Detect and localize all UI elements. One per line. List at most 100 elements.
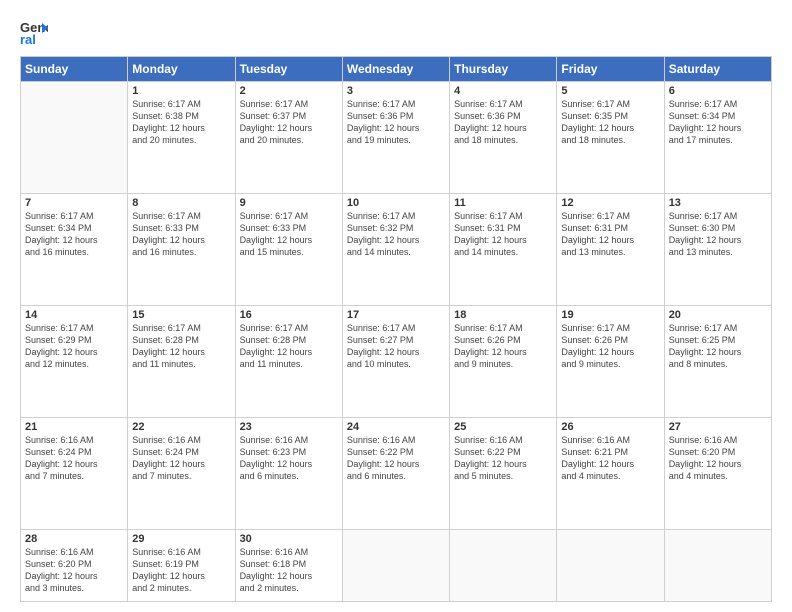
day-number: 21 bbox=[25, 421, 123, 433]
calendar-cell: 6Sunrise: 6:17 AMSunset: 6:34 PMDaylight… bbox=[664, 82, 771, 194]
day-number: 13 bbox=[669, 197, 767, 209]
calendar-cell: 27Sunrise: 6:16 AMSunset: 6:20 PMDayligh… bbox=[664, 418, 771, 530]
day-number: 29 bbox=[132, 533, 230, 545]
weekday-header-saturday: Saturday bbox=[664, 57, 771, 82]
day-number: 11 bbox=[454, 197, 552, 209]
day-number: 7 bbox=[25, 197, 123, 209]
day-info: Sunrise: 6:17 AMSunset: 6:31 PMDaylight:… bbox=[454, 210, 552, 259]
calendar-cell: 17Sunrise: 6:17 AMSunset: 6:27 PMDayligh… bbox=[342, 306, 449, 418]
day-info: Sunrise: 6:17 AMSunset: 6:37 PMDaylight:… bbox=[240, 98, 338, 147]
calendar-cell: 18Sunrise: 6:17 AMSunset: 6:26 PMDayligh… bbox=[450, 306, 557, 418]
week-row-3: 14Sunrise: 6:17 AMSunset: 6:29 PMDayligh… bbox=[21, 306, 772, 418]
day-number: 22 bbox=[132, 421, 230, 433]
day-info: Sunrise: 6:16 AMSunset: 6:22 PMDaylight:… bbox=[347, 434, 445, 483]
logo: Gene ral bbox=[20, 18, 50, 46]
calendar-cell: 16Sunrise: 6:17 AMSunset: 6:28 PMDayligh… bbox=[235, 306, 342, 418]
day-info: Sunrise: 6:17 AMSunset: 6:27 PMDaylight:… bbox=[347, 322, 445, 371]
day-info: Sunrise: 6:17 AMSunset: 6:26 PMDaylight:… bbox=[454, 322, 552, 371]
day-info: Sunrise: 6:17 AMSunset: 6:35 PMDaylight:… bbox=[561, 98, 659, 147]
calendar-cell: 21Sunrise: 6:16 AMSunset: 6:24 PMDayligh… bbox=[21, 418, 128, 530]
day-info: Sunrise: 6:17 AMSunset: 6:26 PMDaylight:… bbox=[561, 322, 659, 371]
day-info: Sunrise: 6:17 AMSunset: 6:28 PMDaylight:… bbox=[240, 322, 338, 371]
day-number: 9 bbox=[240, 197, 338, 209]
day-number: 26 bbox=[561, 421, 659, 433]
logo-icon: Gene ral bbox=[20, 18, 48, 46]
week-row-2: 7Sunrise: 6:17 AMSunset: 6:34 PMDaylight… bbox=[21, 194, 772, 306]
calendar-cell: 28Sunrise: 6:16 AMSunset: 6:20 PMDayligh… bbox=[21, 530, 128, 602]
day-info: Sunrise: 6:16 AMSunset: 6:18 PMDaylight:… bbox=[240, 546, 338, 595]
calendar: SundayMondayTuesdayWednesdayThursdayFrid… bbox=[20, 56, 772, 602]
day-info: Sunrise: 6:17 AMSunset: 6:28 PMDaylight:… bbox=[132, 322, 230, 371]
day-info: Sunrise: 6:17 AMSunset: 6:36 PMDaylight:… bbox=[347, 98, 445, 147]
calendar-cell: 30Sunrise: 6:16 AMSunset: 6:18 PMDayligh… bbox=[235, 530, 342, 602]
calendar-cell bbox=[21, 82, 128, 194]
calendar-cell: 1Sunrise: 6:17 AMSunset: 6:38 PMDaylight… bbox=[128, 82, 235, 194]
calendar-cell: 11Sunrise: 6:17 AMSunset: 6:31 PMDayligh… bbox=[450, 194, 557, 306]
calendar-cell: 10Sunrise: 6:17 AMSunset: 6:32 PMDayligh… bbox=[342, 194, 449, 306]
calendar-cell: 5Sunrise: 6:17 AMSunset: 6:35 PMDaylight… bbox=[557, 82, 664, 194]
calendar-cell: 3Sunrise: 6:17 AMSunset: 6:36 PMDaylight… bbox=[342, 82, 449, 194]
calendar-cell: 2Sunrise: 6:17 AMSunset: 6:37 PMDaylight… bbox=[235, 82, 342, 194]
day-info: Sunrise: 6:17 AMSunset: 6:31 PMDaylight:… bbox=[561, 210, 659, 259]
day-number: 27 bbox=[669, 421, 767, 433]
day-number: 20 bbox=[669, 309, 767, 321]
calendar-cell: 7Sunrise: 6:17 AMSunset: 6:34 PMDaylight… bbox=[21, 194, 128, 306]
calendar-cell: 29Sunrise: 6:16 AMSunset: 6:19 PMDayligh… bbox=[128, 530, 235, 602]
day-info: Sunrise: 6:16 AMSunset: 6:21 PMDaylight:… bbox=[561, 434, 659, 483]
day-info: Sunrise: 6:16 AMSunset: 6:24 PMDaylight:… bbox=[132, 434, 230, 483]
day-info: Sunrise: 6:17 AMSunset: 6:30 PMDaylight:… bbox=[669, 210, 767, 259]
calendar-cell: 22Sunrise: 6:16 AMSunset: 6:24 PMDayligh… bbox=[128, 418, 235, 530]
day-info: Sunrise: 6:16 AMSunset: 6:24 PMDaylight:… bbox=[25, 434, 123, 483]
day-number: 18 bbox=[454, 309, 552, 321]
day-number: 23 bbox=[240, 421, 338, 433]
week-row-4: 21Sunrise: 6:16 AMSunset: 6:24 PMDayligh… bbox=[21, 418, 772, 530]
page: Gene ral SundayMondayTuesdayWednesdayThu… bbox=[0, 0, 792, 612]
day-info: Sunrise: 6:17 AMSunset: 6:33 PMDaylight:… bbox=[240, 210, 338, 259]
day-number: 30 bbox=[240, 533, 338, 545]
day-info: Sunrise: 6:16 AMSunset: 6:19 PMDaylight:… bbox=[132, 546, 230, 595]
calendar-cell: 12Sunrise: 6:17 AMSunset: 6:31 PMDayligh… bbox=[557, 194, 664, 306]
svg-text:ral: ral bbox=[20, 32, 36, 46]
calendar-cell bbox=[557, 530, 664, 602]
calendar-cell: 9Sunrise: 6:17 AMSunset: 6:33 PMDaylight… bbox=[235, 194, 342, 306]
calendar-cell bbox=[450, 530, 557, 602]
day-number: 24 bbox=[347, 421, 445, 433]
day-number: 5 bbox=[561, 85, 659, 97]
day-info: Sunrise: 6:17 AMSunset: 6:33 PMDaylight:… bbox=[132, 210, 230, 259]
calendar-cell bbox=[342, 530, 449, 602]
weekday-header-thursday: Thursday bbox=[450, 57, 557, 82]
weekday-header-tuesday: Tuesday bbox=[235, 57, 342, 82]
day-info: Sunrise: 6:17 AMSunset: 6:34 PMDaylight:… bbox=[669, 98, 767, 147]
week-row-5: 28Sunrise: 6:16 AMSunset: 6:20 PMDayligh… bbox=[21, 530, 772, 602]
calendar-cell: 23Sunrise: 6:16 AMSunset: 6:23 PMDayligh… bbox=[235, 418, 342, 530]
day-number: 6 bbox=[669, 85, 767, 97]
calendar-cell: 15Sunrise: 6:17 AMSunset: 6:28 PMDayligh… bbox=[128, 306, 235, 418]
day-number: 25 bbox=[454, 421, 552, 433]
day-info: Sunrise: 6:17 AMSunset: 6:32 PMDaylight:… bbox=[347, 210, 445, 259]
day-number: 1 bbox=[132, 85, 230, 97]
day-number: 2 bbox=[240, 85, 338, 97]
calendar-cell: 13Sunrise: 6:17 AMSunset: 6:30 PMDayligh… bbox=[664, 194, 771, 306]
day-info: Sunrise: 6:17 AMSunset: 6:38 PMDaylight:… bbox=[132, 98, 230, 147]
day-number: 14 bbox=[25, 309, 123, 321]
day-number: 12 bbox=[561, 197, 659, 209]
day-info: Sunrise: 6:16 AMSunset: 6:23 PMDaylight:… bbox=[240, 434, 338, 483]
day-number: 17 bbox=[347, 309, 445, 321]
weekday-header-friday: Friday bbox=[557, 57, 664, 82]
calendar-cell: 8Sunrise: 6:17 AMSunset: 6:33 PMDaylight… bbox=[128, 194, 235, 306]
calendar-cell: 14Sunrise: 6:17 AMSunset: 6:29 PMDayligh… bbox=[21, 306, 128, 418]
day-number: 8 bbox=[132, 197, 230, 209]
header: Gene ral bbox=[20, 18, 772, 46]
calendar-cell: 25Sunrise: 6:16 AMSunset: 6:22 PMDayligh… bbox=[450, 418, 557, 530]
calendar-cell: 19Sunrise: 6:17 AMSunset: 6:26 PMDayligh… bbox=[557, 306, 664, 418]
day-info: Sunrise: 6:17 AMSunset: 6:34 PMDaylight:… bbox=[25, 210, 123, 259]
calendar-cell: 4Sunrise: 6:17 AMSunset: 6:36 PMDaylight… bbox=[450, 82, 557, 194]
day-info: Sunrise: 6:17 AMSunset: 6:25 PMDaylight:… bbox=[669, 322, 767, 371]
calendar-cell: 24Sunrise: 6:16 AMSunset: 6:22 PMDayligh… bbox=[342, 418, 449, 530]
day-number: 19 bbox=[561, 309, 659, 321]
day-number: 3 bbox=[347, 85, 445, 97]
day-info: Sunrise: 6:16 AMSunset: 6:20 PMDaylight:… bbox=[669, 434, 767, 483]
week-row-1: 1Sunrise: 6:17 AMSunset: 6:38 PMDaylight… bbox=[21, 82, 772, 194]
calendar-cell: 26Sunrise: 6:16 AMSunset: 6:21 PMDayligh… bbox=[557, 418, 664, 530]
calendar-cell bbox=[664, 530, 771, 602]
